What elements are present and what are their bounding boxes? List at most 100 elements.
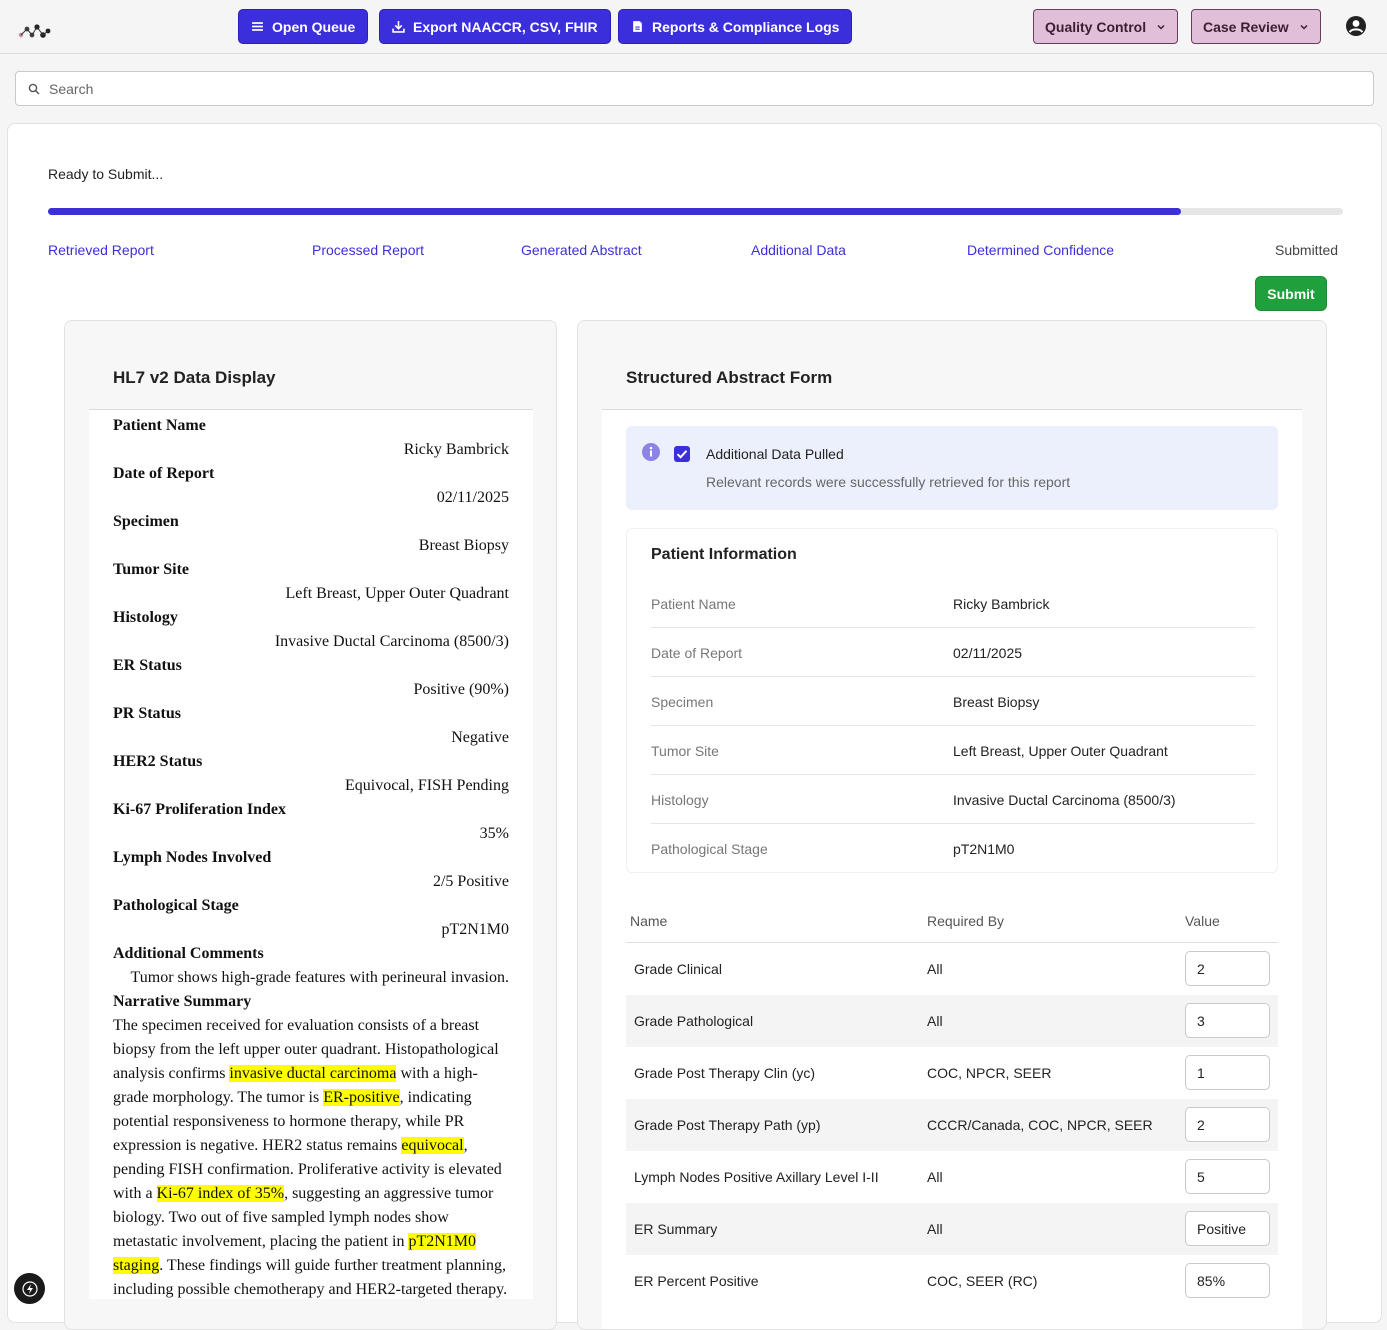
- step-retrieved-report[interactable]: Retrieved Report: [48, 242, 154, 258]
- search-icon: [28, 83, 40, 94]
- hl7-field-label: Histology: [113, 609, 178, 626]
- hl7-field-label: Date of Report: [113, 465, 215, 482]
- field-value-input[interactable]: [1185, 1159, 1270, 1194]
- field-required-by: All: [927, 1169, 943, 1185]
- highlighted-term: equivocal: [401, 1137, 464, 1154]
- hl7-field-label: Additional Comments: [113, 945, 264, 962]
- hl7-panel-title: HL7 v2 Data Display: [113, 368, 276, 387]
- field-required-by: All: [927, 1013, 943, 1029]
- patient-info-key: Date of Report: [651, 645, 743, 661]
- hl7-field-label: Tumor Site: [113, 561, 190, 578]
- reports-compliance-button[interactable]: Reports & Compliance Logs: [618, 9, 853, 44]
- hl7-field-label: Pathological Stage: [113, 897, 239, 914]
- open-queue-button[interactable]: Open Queue: [238, 9, 369, 44]
- field-name: Grade Post Therapy Clin (yc): [634, 1065, 816, 1081]
- document-icon: [633, 21, 642, 32]
- field-name: Grade Post Therapy Path (yp): [634, 1117, 821, 1133]
- hl7-field-value: Equivocal, FISH Pending: [345, 777, 509, 794]
- field-value-input[interactable]: [1185, 1263, 1270, 1298]
- case-review-dropdown[interactable]: Case Review: [1191, 9, 1321, 44]
- hl7-field-value: Left Breast, Upper Outer Quadrant: [285, 585, 509, 602]
- table-row: Grade Post Therapy Clin (yc) COC, NPCR, S…: [626, 1047, 1278, 1099]
- patient-info-value: Breast Biopsy: [953, 694, 1040, 710]
- patient-info-value: 02/11/2025: [953, 645, 1023, 661]
- field-value-input[interactable]: [1185, 1107, 1270, 1142]
- column-required-by: Required By: [927, 913, 1005, 929]
- patient-info-key: Pathological Stage: [651, 841, 768, 857]
- additional-data-alert: Additional Data Pulled Relevant records …: [626, 426, 1278, 510]
- field-name: ER Percent Positive: [634, 1273, 759, 1289]
- alert-title: Additional Data Pulled: [706, 446, 844, 462]
- patient-info-title: Patient Information: [651, 546, 797, 563]
- structured-abstract-panel: Structured Abstract Form Additional Data…: [577, 320, 1327, 1330]
- hl7-field-value: Negative: [451, 729, 509, 746]
- export-button[interactable]: Export NAACCR, CSV, FHIR: [379, 9, 611, 44]
- hl7-field-label: Patient Name: [113, 417, 206, 434]
- quality-control-dropdown[interactable]: Quality Control: [1033, 9, 1179, 44]
- progress-bar-fill: [48, 208, 1182, 215]
- patient-info-value: Ricky Bambrick: [953, 596, 1050, 612]
- patient-info-value: Left Breast, Upper Outer Quadrant: [953, 743, 1168, 759]
- step-processed-report[interactable]: Processed Report: [312, 242, 424, 258]
- patient-info-row: Tumor Site Left Breast, Upper Outer Quadr…: [651, 726, 1255, 775]
- column-name: Name: [630, 913, 668, 929]
- field-value-input[interactable]: [1185, 951, 1270, 986]
- main-card: Ready to Submit... Retrieved Report Proc…: [7, 123, 1382, 1330]
- search-bar[interactable]: [15, 71, 1374, 106]
- patient-info-key: Tumor Site: [651, 743, 719, 759]
- hl7-field-label: ER Status: [113, 657, 182, 674]
- patient-info-row: Pathological Stage pT2N1M0: [651, 824, 1255, 873]
- hl7-field-label: HER2 Status: [113, 753, 203, 770]
- highlighted-term: invasive ductal carcinoma: [229, 1065, 397, 1082]
- hl7-fields: Patient Name Ricky Bambrick Date of Report…: [113, 414, 509, 990]
- hl7-field-value: Tumor shows high-grade features with per…: [130, 969, 509, 986]
- step-generated-abstract[interactable]: Generated Abstract: [521, 242, 642, 258]
- highlighted-term: ER-positive: [323, 1089, 400, 1106]
- quick-action-button[interactable]: [14, 1273, 45, 1304]
- hl7-data-panel: HL7 v2 Data Display Patient Name Ricky Ba…: [64, 320, 557, 1330]
- hl7-field-label: PR Status: [113, 705, 182, 722]
- patient-info-key: Patient Name: [651, 596, 736, 612]
- field-required-by: COC, SEER (RC): [927, 1273, 1038, 1289]
- export-label: Export NAACCR, CSV, FHIR: [413, 18, 598, 35]
- form-panel-title: Structured Abstract Form: [626, 368, 833, 387]
- patient-info-row: Specimen Breast Biopsy: [651, 677, 1255, 726]
- patient-info-row: Date of Report 02/11/2025: [651, 628, 1255, 677]
- quality-control-label: Quality Control: [1045, 18, 1147, 35]
- hl7-field-label: Specimen: [113, 513, 179, 530]
- fields-table-header: Name Required By Value: [626, 897, 1278, 943]
- field-name: Grade Clinical: [634, 961, 722, 977]
- hl7-field-value: Positive (90%): [413, 681, 509, 698]
- app-logo-icon[interactable]: [18, 20, 52, 42]
- top-bar: Open Queue Export NAACCR, CSV, FHIR Repo…: [0, 0, 1387, 54]
- table-row: Grade Post Therapy Path (yp) CCCR/Canada,…: [626, 1099, 1278, 1151]
- column-value: Value: [1185, 913, 1220, 929]
- step-determined-confidence[interactable]: Determined Confidence: [967, 242, 1114, 258]
- table-row: Lymph Nodes Positive Axillary Level I-II…: [626, 1151, 1278, 1203]
- field-value-input[interactable]: [1185, 1211, 1270, 1246]
- hl7-field-label: Lymph Nodes Involved: [113, 849, 272, 866]
- patient-info-key: Specimen: [651, 694, 714, 710]
- table-row: Grade Pathological All: [626, 995, 1278, 1047]
- field-required-by: CCCR/Canada, COC, NPCR, SEER: [927, 1117, 1153, 1133]
- additional-data-checkbox[interactable]: [674, 446, 690, 462]
- submit-button[interactable]: Submit: [1255, 276, 1327, 311]
- chevron-down-icon: [1300, 24, 1308, 30]
- step-additional-data[interactable]: Additional Data: [751, 242, 846, 258]
- field-value-input[interactable]: [1185, 1055, 1270, 1090]
- narrative-label: Narrative Summary: [113, 993, 252, 1010]
- patient-info-value: pT2N1M0: [953, 841, 1015, 857]
- field-value-input[interactable]: [1185, 1003, 1270, 1038]
- user-account-icon[interactable]: [1345, 15, 1367, 37]
- hl7-field-value: pT2N1M0: [441, 921, 509, 938]
- reports-label: Reports & Compliance Logs: [652, 18, 840, 35]
- form-content: Additional Data Pulled Relevant records …: [602, 409, 1302, 1329]
- hl7-field-value: 02/11/2025: [436, 489, 509, 506]
- field-required-by: All: [927, 1221, 943, 1237]
- table-row: ER Summary All: [626, 1203, 1278, 1255]
- highlighted-term: Ki-67 index of 35%: [156, 1185, 285, 1202]
- search-input[interactable]: [49, 80, 1349, 97]
- patient-info-row: Histology Invasive Ductal Carcinoma (8500…: [651, 775, 1255, 824]
- case-review-label: Case Review: [1203, 18, 1289, 35]
- field-name: Lymph Nodes Positive Axillary Level I-II: [634, 1169, 879, 1185]
